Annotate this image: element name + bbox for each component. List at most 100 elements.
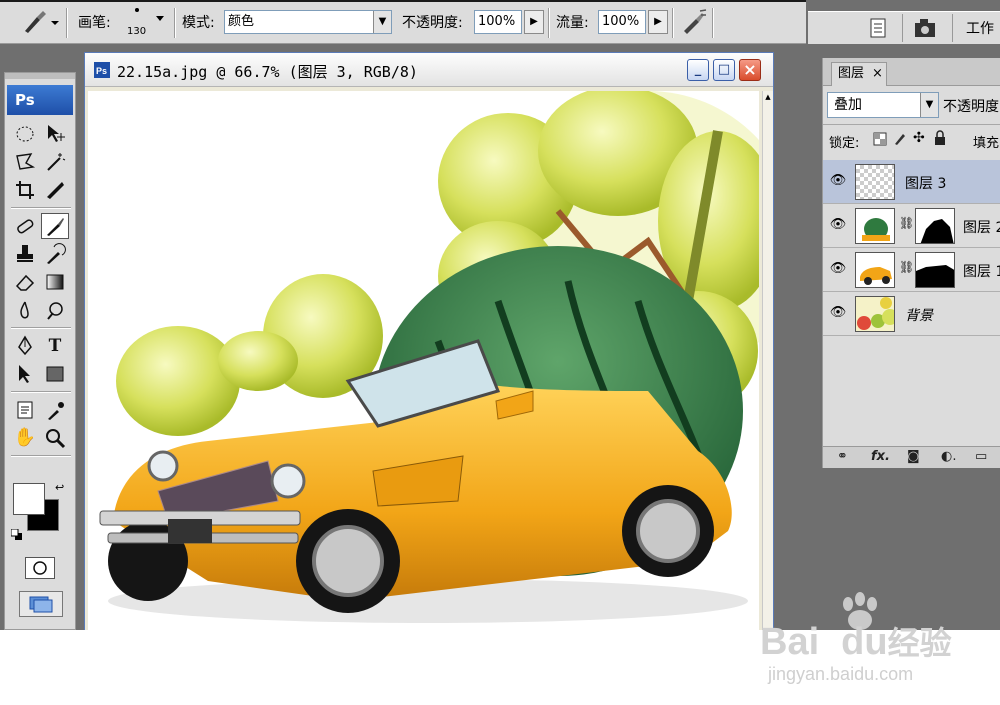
brush-preset-picker[interactable] (20, 8, 60, 34)
tab-layers-label: 图层 (838, 66, 865, 81)
image-canvas[interactable] (88, 91, 759, 630)
opacity-slider-button[interactable]: ▶ (524, 10, 544, 34)
flow-input[interactable]: 100% (598, 10, 646, 34)
brush-icon (25, 11, 59, 33)
quick-mask-icon (33, 561, 47, 575)
gradient-tool[interactable] (41, 269, 69, 295)
default-colors-icon (10, 528, 22, 540)
mode-value: 颜色 (228, 14, 255, 29)
lock-icon (935, 130, 945, 145)
visibility-eye-icon[interactable]: 👁 (829, 172, 847, 190)
layer-name: 背景 (905, 308, 933, 324)
watermark-brand: Bai (760, 621, 820, 663)
magic-wand-tool[interactable] (41, 149, 69, 175)
visibility-eye-icon[interactable]: 👁 (829, 260, 847, 278)
hand-icon: ✋ (13, 427, 37, 448)
close-button[interactable]: × (739, 59, 761, 81)
link-icon[interactable]: ⚭ (837, 449, 848, 464)
mode-label: 模式: (182, 15, 215, 31)
opacity-value: 100% (478, 14, 516, 29)
clone-stamp-tool[interactable] (11, 241, 39, 267)
layer-row[interactable]: 👁 ⛓ 图层 2 (823, 204, 1000, 248)
brush-size-picker[interactable]: 130 (124, 6, 170, 40)
crop-tool[interactable] (11, 177, 39, 203)
airbrush-button[interactable] (680, 8, 707, 34)
screen-mode-icon (29, 596, 53, 613)
mode-select[interactable]: 颜色 ▼ (224, 10, 392, 34)
notes-tool[interactable] (11, 397, 39, 423)
layer-thumbnail (855, 164, 895, 200)
dodge-tool[interactable] (41, 297, 69, 323)
minimize-button[interactable]: _ (687, 59, 709, 81)
document-title-bar[interactable]: Ps 22.15a.jpg @ 66.7% (图层 3, RGB/8) _ □ … (85, 53, 773, 87)
maximize-button[interactable]: □ (713, 59, 735, 81)
lock-pixels-button[interactable] (893, 130, 907, 146)
move-tool[interactable] (41, 121, 69, 147)
workspace-label[interactable]: 工作 (966, 18, 994, 38)
eyedropper-tool[interactable] (41, 397, 69, 423)
lock-position-button[interactable]: ✣ (913, 130, 927, 146)
layer-row[interactable]: 👁 ⛓ 图层 1 (823, 248, 1000, 292)
note-icon (17, 401, 33, 419)
lasso-tool[interactable] (11, 149, 39, 175)
slice-icon (47, 182, 64, 199)
layer-row[interactable]: 👁 图层 3 (823, 160, 1000, 204)
shape-tool[interactable] (41, 361, 69, 387)
blur-tool[interactable] (11, 297, 39, 323)
chain-link-icon: ⛓ (899, 216, 915, 230)
layer-mask-thumbnail[interactable] (915, 252, 955, 288)
hand-tool[interactable]: ✋ (11, 425, 39, 451)
lock-transparency-button[interactable] (873, 132, 887, 146)
chain-link-icon: ⛓ (899, 260, 915, 274)
vertical-scrollbar[interactable]: ▲ (762, 91, 773, 630)
gradient-icon (46, 274, 64, 290)
swap-colors-button[interactable]: ↩ (55, 481, 69, 495)
blend-mode-select[interactable]: 叠加 ▼ (827, 92, 939, 118)
eraser-tool[interactable] (11, 269, 39, 295)
opacity-label: 不透明度 (943, 99, 999, 115)
layers-panel: 图层 × 叠加 ▼ 不透明度 锁定: ✣ 填充 👁 图层 3 👁 ⛓ 图层 2 (822, 58, 1000, 468)
opacity-input[interactable]: 100% (474, 10, 522, 34)
layer-thumbnail (855, 208, 895, 244)
magnifier-icon (46, 429, 66, 449)
layer-mask-thumbnail[interactable] (915, 208, 955, 244)
file-browser-button[interactable] (866, 16, 890, 40)
brush-label: 画笔: (78, 15, 111, 31)
foreground-color-swatch[interactable] (13, 483, 45, 515)
watermark-brand-2: du (841, 621, 888, 663)
opacity-label: 不透明度: (402, 15, 463, 31)
zoom-tool[interactable] (41, 425, 69, 451)
screen-mode-button[interactable] (19, 591, 63, 617)
default-colors-button[interactable] (10, 528, 23, 541)
quick-mask-button[interactable] (25, 557, 55, 579)
layers-footer: ⚭ fx. ◙ ◐. ▭ (823, 446, 1000, 468)
pen-tool[interactable] (11, 333, 39, 359)
folder-icon[interactable]: ▭ (975, 449, 987, 464)
visibility-eye-icon[interactable]: 👁 (829, 304, 847, 322)
dodge-icon (47, 302, 63, 320)
document-title: 22.15a.jpg @ 66.7% (图层 3, RGB/8) (117, 63, 418, 81)
brush-tool[interactable] (41, 213, 69, 239)
marquee-tool[interactable] (11, 121, 39, 147)
tab-layers[interactable]: 图层 × (831, 62, 887, 86)
close-icon[interactable]: × (872, 63, 883, 85)
history-brush-tool[interactable] (41, 241, 69, 267)
airbrush-icon (684, 9, 707, 34)
path-selection-tool[interactable] (11, 361, 39, 387)
lock-all-button[interactable] (933, 130, 947, 146)
layer-name: 图层 2 (963, 220, 1000, 236)
slice-tool[interactable] (41, 177, 69, 203)
flow-slider-button[interactable]: ▶ (648, 10, 668, 34)
drop-icon (20, 301, 29, 319)
healing-brush-tool[interactable] (11, 213, 39, 239)
car-watermelon-artwork (88, 91, 759, 630)
layer-name: 图层 3 (905, 176, 947, 192)
layer-row[interactable]: 👁 背景 (823, 292, 1000, 336)
bridge-button[interactable] (912, 16, 940, 40)
type-tool[interactable]: T (41, 333, 69, 359)
scroll-up-icon[interactable]: ▲ (764, 93, 772, 105)
visibility-eye-icon[interactable]: 👁 (829, 216, 847, 234)
fx-icon[interactable]: fx. (871, 449, 890, 464)
mask-icon[interactable]: ◙ (907, 449, 920, 464)
adjustment-icon[interactable]: ◐. (941, 449, 956, 464)
